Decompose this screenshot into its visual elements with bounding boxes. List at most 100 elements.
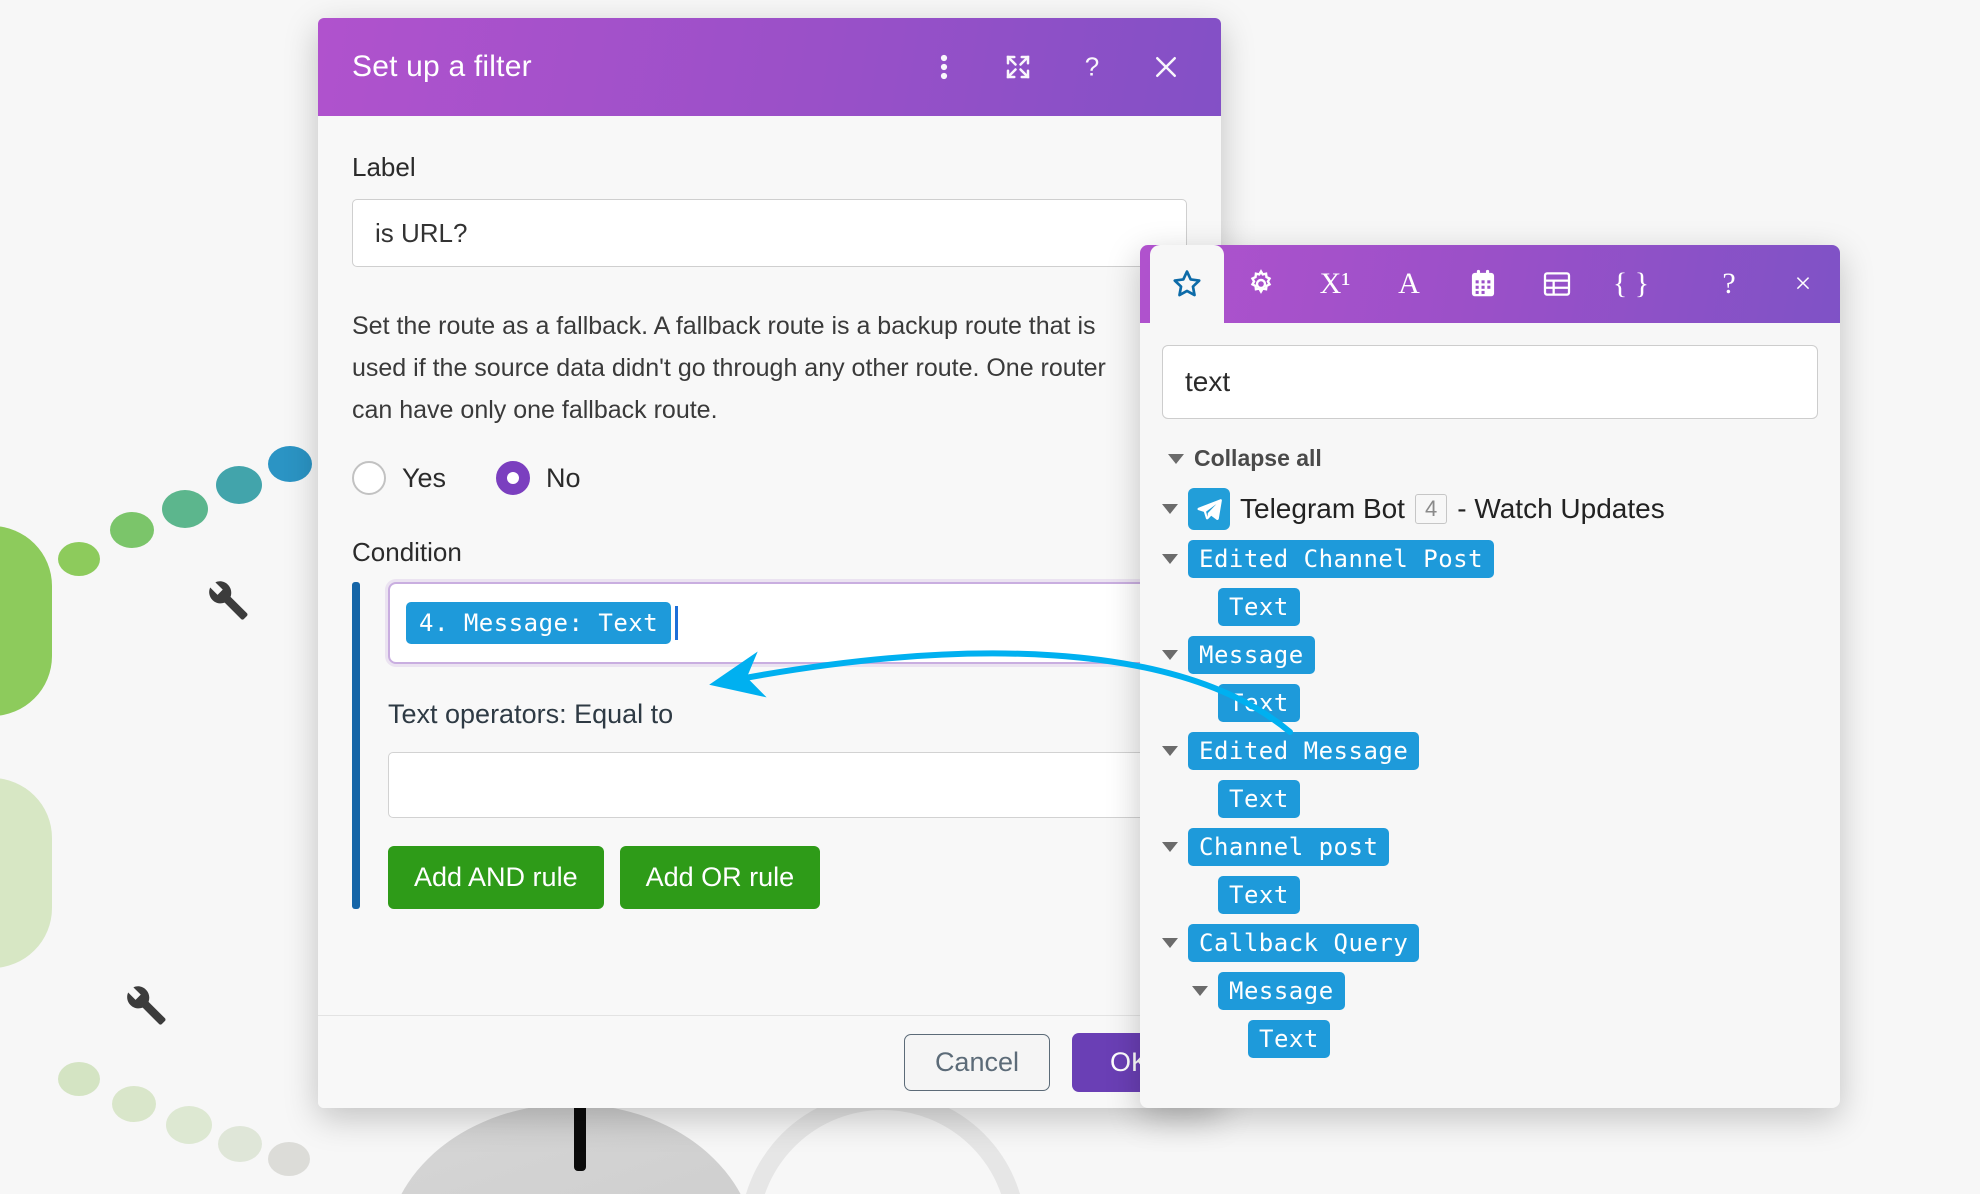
tree-item[interactable]: Edited Message [1162,732,1818,770]
canvas-node-green-faded[interactable] [0,778,52,968]
picker-tab-bar: X¹ A {} ? × [1140,245,1840,323]
canvas-dot-faded [268,1142,310,1176]
add-and-rule-button[interactable]: Add AND rule [388,846,604,909]
add-or-rule-button[interactable]: Add OR rule [619,846,821,909]
help-icon[interactable]: ? [1077,50,1107,84]
canvas-dot [110,512,154,548]
variable-tree: Edited Channel Post Text Message Text Edited… [1162,540,1818,1058]
variable-chip[interactable]: Text [1218,780,1300,818]
variable-chip[interactable]: Text [1248,1020,1330,1058]
tree-root-label: Telegram Bot 4 - Watch Updates [1240,493,1665,525]
exponent-icon: X¹ [1319,267,1351,300]
canvas-node-green[interactable] [0,526,52,716]
canvas-dot [162,490,208,528]
tree-item[interactable]: Text [1192,684,1818,722]
chevron-down-icon[interactable] [1162,554,1178,564]
tree-item[interactable]: Message [1162,636,1818,674]
module-suffix: - Watch Updates [1457,493,1665,524]
text-functions-tab[interactable]: A [1372,245,1446,323]
tree-root-row[interactable]: Telegram Bot 4 - Watch Updates [1162,488,1818,530]
variable-chip[interactable]: Text [1218,876,1300,914]
help-icon: ? [1722,267,1736,300]
picker-help-tab[interactable]: ? [1692,245,1766,323]
telegram-icon [1188,488,1230,530]
text-caret [675,606,679,640]
module-count-badge: 4 [1414,494,1448,524]
star-icon [1170,267,1204,301]
variable-picker-panel[interactable]: X¹ A {} ? × text Collapse all Telegram … [1140,245,1840,1108]
fallback-radio-group[interactable]: Yes No [352,461,1187,495]
wrench-icon[interactable] [118,978,170,1035]
variable-chip[interactable]: Edited Channel Post [1188,540,1495,578]
tree-item[interactable]: Text [1192,588,1818,626]
picker-close-tab[interactable]: × [1766,245,1840,323]
tree-item[interactable]: Text [1192,780,1818,818]
close-icon[interactable] [1151,50,1181,84]
fallback-description: Set the route as a fallback. A fallback … [352,312,1106,424]
braces-icon: { } [1612,267,1650,300]
rule-accent-bar [352,582,360,909]
tree-item[interactable]: Edited Channel Post [1162,540,1818,578]
tree-item[interactable]: Text [1192,876,1818,914]
general-functions-tab[interactable] [1224,245,1298,323]
operator-select-value: Text operators: Equal to [388,698,674,729]
rule-buttons: Add AND rule Add OR rule [388,846,1187,909]
set-up-filter-dialog[interactable]: Set up a filter ? Label Set the route as… [318,18,1221,1108]
variable-chip[interactable]: Channel post [1188,828,1390,866]
json-functions-tab[interactable]: { } [1594,245,1668,323]
chevron-down-icon[interactable] [1192,986,1208,996]
chevron-down-icon[interactable] [1162,842,1178,852]
variable-chip[interactable]: Edited Message [1188,732,1420,770]
calendar-icon [1468,268,1498,300]
more-menu-icon[interactable] [929,50,959,84]
canvas-dot-faded [58,1062,100,1096]
gear-icon [1245,268,1277,300]
variable-token[interactable]: 4. Message: Text [406,602,672,644]
canvas-node-router[interactable] [386,1104,756,1194]
wrench-icon[interactable] [200,573,252,630]
canvas-dot [268,446,312,482]
variable-chip[interactable]: Text [1218,588,1300,626]
condition-token-input[interactable]: 4. Message: Text [388,582,1187,664]
dialog-footer: Cancel OK [318,1015,1221,1108]
module-name: Telegram Bot [1240,493,1405,524]
search-input[interactable] [1162,345,1818,419]
condition-label: Condition [352,537,462,567]
operator-select[interactable]: Text operators: Equal to [388,684,1187,744]
fallback-radio-yes-label: Yes [402,462,447,493]
chevron-down-icon[interactable] [1162,504,1178,514]
table-icon [1541,269,1573,299]
tree-item[interactable]: Channel post [1162,828,1818,866]
chevron-down-icon [1168,453,1184,464]
canvas-dot [216,466,262,504]
label-input[interactable] [352,199,1187,267]
variable-chip[interactable]: Text [1218,684,1300,722]
fallback-radio-yes[interactable] [352,461,386,495]
variable-chip[interactable]: Callback Query [1188,924,1420,962]
chevron-down-icon[interactable] [1162,938,1178,948]
variable-chip[interactable]: Message [1188,636,1315,674]
variable-chip[interactable]: Message [1218,972,1345,1010]
collapse-all-toggle[interactable]: Collapse all [1168,445,1818,472]
chevron-down-icon[interactable] [1162,650,1178,660]
tree-item[interactable]: Callback Query [1162,924,1818,962]
date-functions-tab[interactable] [1446,245,1520,323]
chevron-down-icon[interactable] [1162,746,1178,756]
expand-icon[interactable] [1003,50,1033,84]
condition-value-input[interactable] [388,752,1187,818]
dialog-header-actions: ? [929,50,1181,84]
dialog-body: Label Set the route as a fallback. A fal… [318,116,1221,1015]
canvas-dot-faded [112,1086,156,1122]
array-functions-tab[interactable] [1520,245,1594,323]
favorites-tab[interactable] [1150,245,1224,323]
dialog-header: Set up a filter ? [318,18,1221,116]
tree-item[interactable]: Text [1222,1020,1818,1058]
tree-item[interactable]: Message [1192,972,1818,1010]
cancel-button[interactable]: Cancel [903,1033,1050,1091]
canvas-dot-faded [166,1106,212,1144]
math-functions-tab[interactable]: X¹ [1298,245,1372,323]
condition-rule-block: 4. Message: Text Text operators: Equal t… [352,582,1187,909]
canvas-dot [58,542,100,576]
text-a-icon: A [1398,267,1420,300]
fallback-radio-no[interactable] [496,461,531,495]
